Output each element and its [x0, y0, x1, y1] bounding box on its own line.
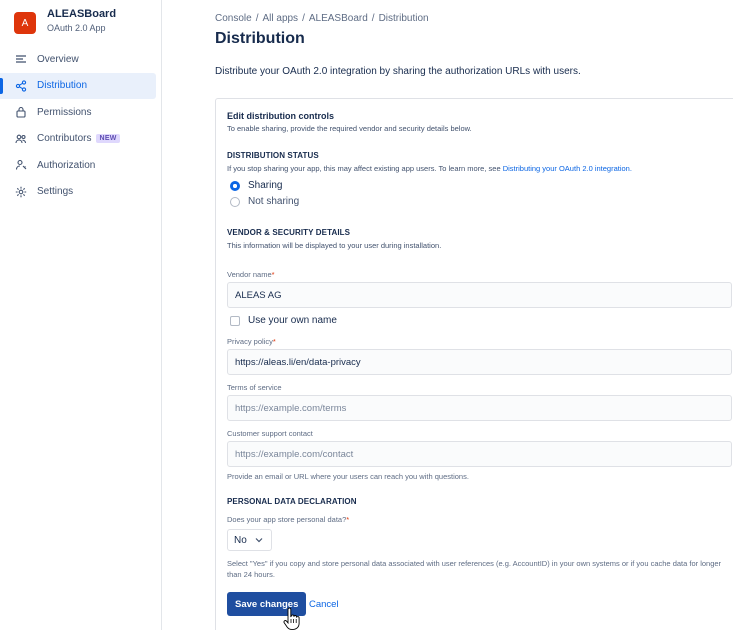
- lock-icon: [15, 106, 27, 118]
- sidebar: A ALEASBoard OAuth 2.0 App Overview Dist…: [0, 0, 162, 630]
- distribution-docs-link[interactable]: Distributing your OAuth 2.0 integration.: [503, 164, 632, 173]
- personal-data-help: Select "Yes" if you copy and store perso…: [227, 559, 722, 579]
- sidebar-item-label: Authorization: [37, 159, 96, 171]
- sidebar-item-label: Overview: [37, 53, 79, 65]
- controls-desc: To enable sharing, provide the required …: [227, 124, 472, 133]
- breadcrumb-separator: /: [302, 13, 305, 24]
- app-avatar: A: [14, 12, 36, 34]
- breadcrumb-separator: /: [255, 13, 259, 24]
- sidebar-item-contributors[interactable]: Contributors NEW: [0, 126, 161, 152]
- sidebar-item-label: Permissions: [37, 106, 92, 118]
- terms-field[interactable]: https://example.com/terms: [227, 395, 732, 421]
- person-key-icon: [15, 159, 27, 171]
- sidebar-item-label: Settings: [37, 186, 74, 197]
- sidebar-item-authorization[interactable]: Authorization: [0, 152, 161, 178]
- radio-sharing[interactable]: Sharing: [230, 180, 282, 191]
- breadcrumb: Console / All apps / ALEASBoard / Distribution: [215, 13, 429, 24]
- sidebar-nav: Overview Distribution Permissions Contri…: [0, 46, 161, 205]
- lines-icon: [15, 53, 27, 65]
- page-intro: Distribute your OAuth 2.0 integration by…: [215, 66, 581, 77]
- radio-button[interactable]: [230, 196, 240, 207]
- vendor-name-label: Vendor name*: [227, 270, 275, 279]
- breadcrumb-item-console[interactable]: Console: [215, 13, 252, 24]
- sidebar-item-settings[interactable]: Settings: [0, 179, 161, 205]
- personal-data-select[interactable]: No: [227, 529, 272, 551]
- controls-title: Edit distribution controls: [227, 111, 334, 121]
- cancel-button[interactable]: Cancel: [309, 592, 339, 616]
- distribution-controls-card: Edit distribution controls To enable sha…: [215, 98, 733, 630]
- app-header: A ALEASBoard OAuth 2.0 App: [14, 8, 116, 35]
- sidebar-item-overview[interactable]: Overview: [0, 46, 161, 72]
- support-contact-field[interactable]: https://example.com/contact: [227, 441, 732, 467]
- support-contact-label: Customer support contact: [227, 429, 313, 438]
- use-own-name-checkbox[interactable]: Use your own name: [230, 315, 337, 326]
- select-value: No: [234, 534, 247, 546]
- distribution-status-desc: If you stop sharing your app, this may a…: [227, 164, 632, 173]
- distribution-status-heading: DISTRIBUTION STATUS: [227, 151, 319, 160]
- sidebar-item-label: Contributors: [37, 133, 92, 144]
- vendor-name-field[interactable]: ALEAS AG: [227, 282, 732, 308]
- vendor-desc: This information will be displayed to yo…: [227, 241, 442, 250]
- share-icon: [15, 79, 27, 92]
- radio-not-sharing[interactable]: Not sharing: [230, 196, 299, 207]
- sidebar-item-distribution[interactable]: Distribution: [0, 72, 156, 99]
- privacy-policy-field[interactable]: https://aleas.li/en/data-privacy: [227, 349, 732, 375]
- radio-label: Sharing: [248, 180, 283, 191]
- radio-label: Not sharing: [248, 196, 300, 207]
- gear-icon: [15, 186, 27, 198]
- checkbox-label: Use your own name: [248, 315, 337, 326]
- people-icon: [15, 133, 27, 145]
- sidebar-item-label: Distribution: [37, 80, 88, 91]
- sidebar-item-permissions[interactable]: Permissions: [0, 99, 161, 125]
- app-type: OAuth 2.0 App: [47, 23, 106, 33]
- breadcrumb-item-app[interactable]: ALEASBoard: [309, 13, 368, 24]
- personal-data-question: Does your app store personal data?*: [227, 515, 350, 524]
- terms-label: Terms of service: [227, 383, 282, 392]
- page-title: Distribution: [215, 30, 305, 47]
- app-name: ALEASBoard: [47, 8, 117, 20]
- support-contact-help: Provide an email or URL where your users…: [227, 472, 469, 481]
- chevron-down-icon: [255, 538, 263, 543]
- new-badge: NEW: [96, 134, 120, 143]
- privacy-policy-label: Privacy policy*: [227, 337, 276, 346]
- breadcrumb-item-all-apps[interactable]: All apps: [262, 13, 298, 24]
- checkbox-box[interactable]: [230, 315, 240, 326]
- breadcrumb-item-current: Distribution: [378, 13, 429, 24]
- hand-cursor-icon: [283, 607, 300, 630]
- personal-data-heading: PERSONAL DATA DECLARATION: [227, 497, 357, 506]
- vendor-heading: VENDOR & SECURITY DETAILS: [227, 228, 351, 237]
- radio-button-checked[interactable]: [230, 180, 240, 191]
- breadcrumb-separator: /: [371, 13, 375, 24]
